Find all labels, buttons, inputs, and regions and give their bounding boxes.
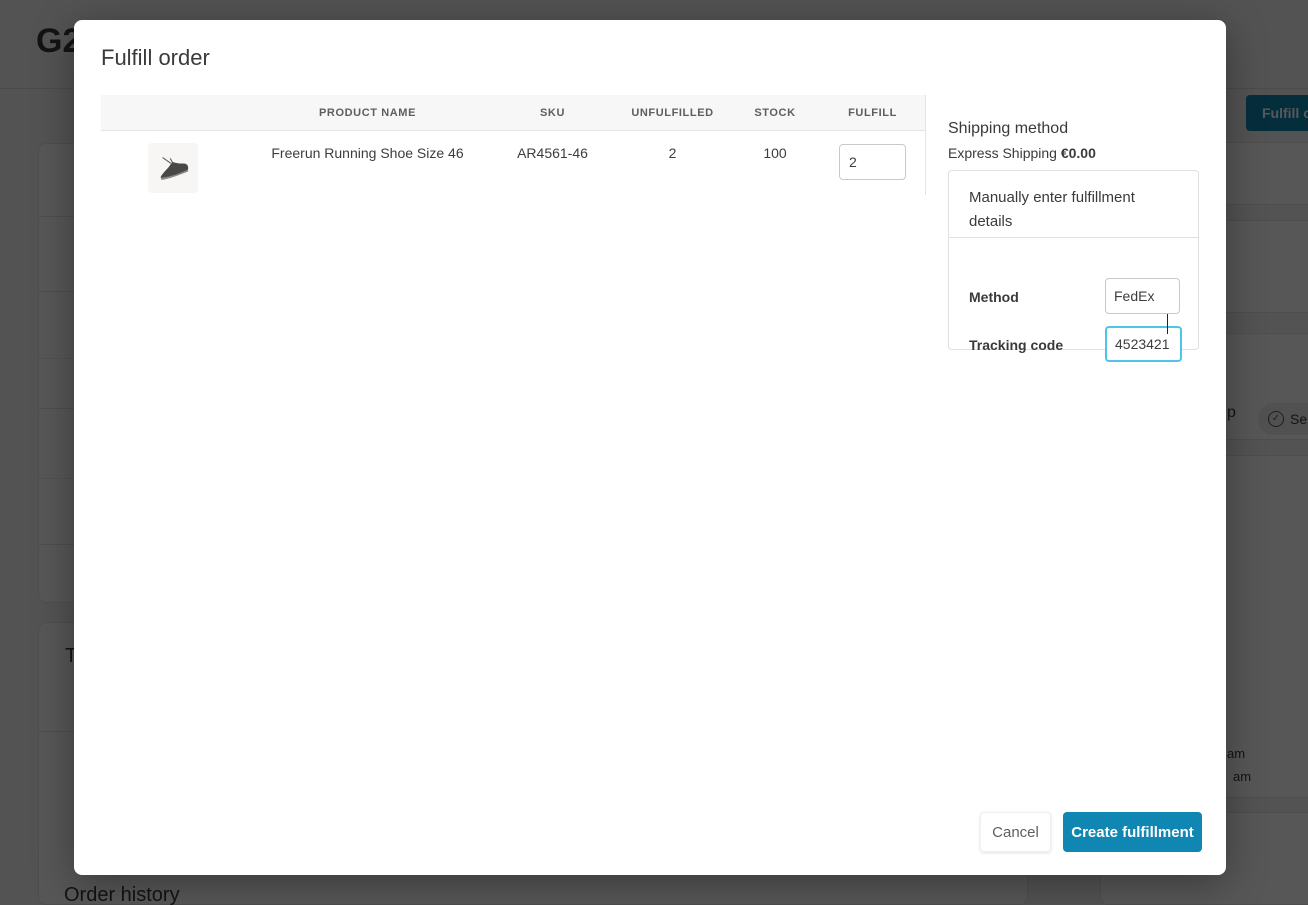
create-fulfillment-button[interactable]: Create fulfillment <box>1063 812 1202 852</box>
table-row: Freerun Running Shoe Size 46 AR4561-46 2… <box>101 131 925 193</box>
col-header-product-name: PRODUCT NAME <box>318 106 417 119</box>
text-caret <box>1167 314 1168 334</box>
product-sku: AR4561-46 <box>517 145 588 161</box>
cancel-button[interactable]: Cancel <box>980 812 1051 852</box>
manual-panel-title: Manually enter fulfillment details <box>969 189 1135 230</box>
table-right-divider <box>925 95 926 195</box>
table-header-row: PRODUCT NAME SKU UNFULFILLED STOCK FULFI… <box>101 95 925 131</box>
shipping-method-value: Express Shipping €0.00 <box>948 145 1096 161</box>
unfulfilled-quantity: 2 <box>668 145 677 161</box>
tracking-code-input[interactable] <box>1105 326 1182 362</box>
divider <box>949 237 1198 238</box>
tracking-code-label: Tracking code <box>969 337 1064 353</box>
manual-fulfillment-panel: Manually enter fulfillment details Metho… <box>948 170 1199 362</box>
fulfill-quantity-input[interactable] <box>839 144 906 180</box>
shipping-method-heading: Shipping method <box>948 120 1069 137</box>
product-name: Freerun Running Shoe Size 46 <box>271 145 464 161</box>
fulfill-quantity-cell <box>820 131 925 180</box>
col-header-fulfill: FULFILL <box>848 106 897 119</box>
dialog-title: Fulfill order <box>101 45 210 70</box>
fulfillment-items-table: PRODUCT NAME SKU UNFULFILLED STOCK FULFI… <box>101 95 925 193</box>
screen: G2 Fulfill o T Order history p ✓ Se am <box>0 0 1308 905</box>
shipping-method-input[interactable] <box>1105 278 1180 314</box>
product-image <box>148 143 198 193</box>
shipping-method-name: Express Shipping <box>948 145 1057 161</box>
col-header-stock: STOCK <box>754 106 796 119</box>
running-shoe-icon <box>160 157 189 181</box>
fulfill-order-dialog: Fulfill order PRODUCT NAME SKU UNFULFILL… <box>74 20 1226 875</box>
stock-quantity: 100 <box>763 145 787 161</box>
method-label: Method <box>969 289 1019 305</box>
col-header-unfulfilled: UNFULFILLED <box>631 106 714 119</box>
product-thumbnail-cell <box>101 131 245 193</box>
col-header-sku: SKU <box>539 106 566 119</box>
shipping-price: €0.00 <box>1060 145 1096 161</box>
